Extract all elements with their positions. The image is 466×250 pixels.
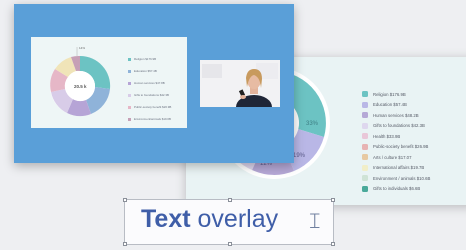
overlay-text-rest: overlay xyxy=(190,205,279,233)
legend-item: Arts / culture $17.07 xyxy=(362,152,430,162)
text-cursor-icon: 𝙸 xyxy=(307,209,323,234)
resize-handle-bottom-right[interactable] xyxy=(331,242,335,246)
legend-item: Education $57.4B xyxy=(362,100,430,110)
legend-item: Environment/animals $19.6B xyxy=(128,117,180,130)
legend-swatch xyxy=(362,154,368,160)
legend-swatch xyxy=(362,122,368,129)
legend-swatch xyxy=(128,58,131,62)
mini-chart-legend: Religion $176.9B Education $57.4B Human … xyxy=(128,57,180,130)
mini-chart-card[interactable]: 14% 20.5 k Religion $176.9B Education $5… xyxy=(31,37,187,128)
mini-center-label: 20.5 k xyxy=(74,84,87,89)
legend-swatch xyxy=(128,82,131,86)
legend-swatch xyxy=(362,143,368,150)
resize-handle-top-left[interactable] xyxy=(123,198,127,202)
legend-swatch xyxy=(362,101,368,108)
speaker-image xyxy=(200,60,280,107)
legend-item: Health $33.9B xyxy=(362,131,430,141)
main-chart-label-1: 33% xyxy=(306,121,319,127)
legend-item: Public-society benefit $26.9B xyxy=(362,142,430,152)
legend-swatch xyxy=(362,175,368,181)
legend-item: Environment / animals $10.6B xyxy=(362,173,430,183)
legend-item: Gifts to individuals $6.6B xyxy=(362,184,430,194)
legend-swatch xyxy=(362,164,368,171)
resize-handle-bottom-middle[interactable] xyxy=(228,242,232,246)
mini-callout-label: 14% xyxy=(79,46,85,50)
legend-swatch xyxy=(128,118,131,122)
legend-swatch xyxy=(362,133,368,139)
legend-swatch xyxy=(362,185,368,192)
front-slide[interactable]: 14% 20.5 k Religion $176.9B Education $5… xyxy=(14,4,294,163)
legend-swatch xyxy=(128,70,131,74)
legend-swatch xyxy=(128,106,131,110)
legend-item: Gifts to foundations $42.3B xyxy=(362,121,430,131)
legend-item: Human services $48.2B xyxy=(362,110,430,120)
legend-item: International affairs $19.7B xyxy=(362,163,430,173)
legend-swatch xyxy=(362,91,368,97)
resize-handle-bottom-left[interactable] xyxy=(123,242,127,246)
main-chart-label-2: 19% xyxy=(293,153,306,159)
overlay-text-bold: Text xyxy=(141,205,191,233)
overlay-text[interactable]: Text overlay xyxy=(141,205,278,234)
legend-swatch xyxy=(362,112,368,118)
large-chart-legend: Religion $176.9B Education $57.4B Human … xyxy=(362,89,430,194)
legend-item: Religion $176.9B xyxy=(362,89,430,99)
resize-handle-top-middle[interactable] xyxy=(228,198,232,202)
legend-swatch xyxy=(128,94,131,98)
mini-donut-svg: 14% 20.5 k xyxy=(50,46,111,117)
text-overlay-box[interactable]: Text overlay 𝙸 xyxy=(123,198,335,246)
resize-handle-top-right[interactable] xyxy=(331,198,335,202)
speaker-video-thumbnail[interactable] xyxy=(200,60,280,107)
